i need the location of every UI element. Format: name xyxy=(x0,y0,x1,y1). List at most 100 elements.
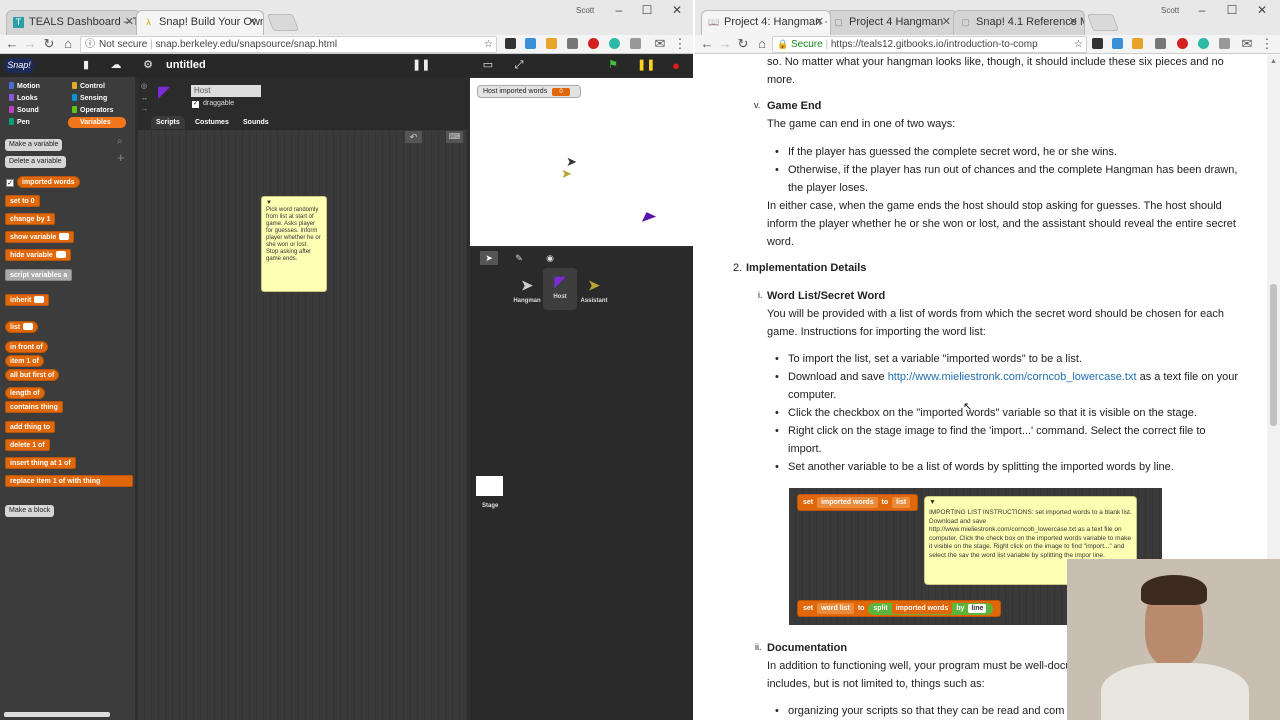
star-icon[interactable]: ☆ xyxy=(484,37,493,52)
block-add-to[interactable]: add thing to xyxy=(5,421,56,433)
maximize-icon[interactable]: ☐ xyxy=(636,3,658,17)
block-all-but-first-of[interactable]: all but first of xyxy=(5,369,60,381)
tab-snap-reference[interactable]: ▢ Snap! 4.1 Reference Man ✕ xyxy=(953,10,1085,35)
turtle-icon[interactable]: ➤ xyxy=(480,251,498,265)
variable-slot[interactable] xyxy=(55,251,66,258)
extension-icon[interactable] xyxy=(609,38,620,49)
profile-name[interactable]: Scott xyxy=(1161,6,1179,15)
menu-icon[interactable]: ⋮ xyxy=(1259,36,1275,52)
extension-icon[interactable] xyxy=(1177,38,1188,49)
page-scrollbar-thumb[interactable] xyxy=(1270,284,1277,426)
variable-slot[interactable] xyxy=(59,233,70,240)
new-tab-button[interactable] xyxy=(266,14,300,31)
extension-icon[interactable] xyxy=(1112,38,1123,49)
keyboard-icon[interactable]: ⌨ xyxy=(446,131,463,143)
stage[interactable] xyxy=(470,78,693,246)
block-replace-item[interactable]: replace item 1 of with thing xyxy=(5,475,133,487)
block-length-of[interactable]: length of xyxy=(5,387,45,399)
stage-thumbnail[interactable] xyxy=(476,476,503,496)
close-window-icon[interactable]: ✕ xyxy=(1251,3,1273,17)
block-show-variable[interactable]: show variable xyxy=(5,231,75,243)
reload-icon[interactable]: ↻ xyxy=(735,36,751,52)
rotation-style-icon[interactable]: ↔ xyxy=(141,95,148,102)
close-tab-icon[interactable]: ✕ xyxy=(125,15,134,28)
block-insert-at[interactable]: insert thing at 1 of xyxy=(5,457,76,469)
close-tab-icon[interactable]: ✕ xyxy=(1069,15,1078,28)
info-icon[interactable]: ⓘ xyxy=(85,37,95,52)
cloud-icon[interactable]: ☁ xyxy=(108,58,124,73)
scroll-up-arrow-icon[interactable]: ▲ xyxy=(1270,58,1277,65)
profile-name[interactable]: Scott xyxy=(576,6,594,15)
block-item-of[interactable]: item 1 of xyxy=(5,355,44,367)
block-delete-of[interactable]: delete 1 of xyxy=(5,439,50,451)
delete-variable-button[interactable]: Delete a variable xyxy=(5,156,66,168)
back-icon[interactable]: ← xyxy=(699,36,715,52)
extension-icon[interactable] xyxy=(1132,38,1143,49)
tab-teals-dashboard[interactable]: T TEALS Dashboard – TEAL ✕ xyxy=(6,10,141,35)
block-set[interactable]: set to 0 xyxy=(5,195,40,207)
minimize-icon[interactable]: – xyxy=(1191,3,1213,17)
block-hide-variable[interactable]: hide variable xyxy=(5,249,71,261)
category-motion[interactable]: Motion xyxy=(5,81,63,92)
assistant-sprite-on-stage[interactable]: ➤ xyxy=(561,166,572,182)
green-flag-icon[interactable]: ⚑ xyxy=(605,58,621,73)
extension-icon[interactable] xyxy=(1092,38,1103,49)
presentation-mode-icon[interactable]: ⤢ xyxy=(511,58,527,73)
file-icon[interactable]: ▮ xyxy=(78,58,94,73)
block-list[interactable]: list xyxy=(5,321,39,333)
collapse-note-icon[interactable]: ▼ xyxy=(266,200,322,207)
home-icon[interactable]: ⌂ xyxy=(754,36,770,52)
sprite-host[interactable]: ◤ Host xyxy=(543,268,577,310)
extension-icon[interactable] xyxy=(505,38,516,49)
tab-snap[interactable]: λ Snap! Build Your Own Bl ✕ xyxy=(136,10,264,35)
script-comment-note[interactable]: ▼ Pick word randomly from list at start … xyxy=(261,196,327,292)
extension-icon[interactable] xyxy=(588,38,599,49)
sprite-assistant[interactable]: ➤ Assistant xyxy=(577,272,611,312)
block-change[interactable]: change by 1 xyxy=(5,213,56,225)
category-sound[interactable]: Sound xyxy=(5,105,63,116)
snap-logo[interactable]: Snap! xyxy=(4,58,34,73)
variable-slot[interactable] xyxy=(34,296,45,303)
extension-icon[interactable] xyxy=(525,38,536,49)
tab-sounds[interactable]: Sounds xyxy=(238,116,274,129)
category-operators[interactable]: Operators xyxy=(68,105,126,116)
address-bar[interactable]: 🔒 Secure | https://teals12.gitbooks.io/i… xyxy=(772,36,1087,53)
undo-icon[interactable]: ↶ xyxy=(405,131,422,143)
extension-icon[interactable] xyxy=(630,38,641,49)
block-script-variables[interactable]: script variables a xyxy=(5,269,73,281)
forward-icon[interactable]: → xyxy=(22,36,38,52)
normal-stage-icon[interactable]: ▭ xyxy=(480,58,496,73)
tab-project4-doc[interactable]: ▢ Project 4 Hangman ✕ xyxy=(826,10,958,35)
stop-icon[interactable]: ● xyxy=(668,58,684,73)
tab-project4-intro[interactable]: 📖 Project 4: Hangman · Intr ✕ xyxy=(701,10,831,35)
stage-size-toggle-icon[interactable]: ❚❚ xyxy=(412,58,430,73)
new-tab-button[interactable] xyxy=(1086,14,1120,31)
pause-icon[interactable]: ❚❚ xyxy=(637,58,655,73)
palette-add-icon[interactable]: + xyxy=(117,150,125,165)
rotation-style-icon[interactable]: ◎ xyxy=(141,82,147,90)
variable-reporter-imported-words[interactable]: imported words xyxy=(17,176,80,188)
sprite-name-input[interactable]: Host xyxy=(191,85,261,97)
forward-icon[interactable]: → xyxy=(717,36,733,52)
extension-icon[interactable] xyxy=(1155,38,1166,49)
star-icon[interactable]: ☆ xyxy=(1074,37,1083,52)
menu-icon[interactable]: ⋮ xyxy=(672,36,688,52)
tab-scripts[interactable]: Scripts xyxy=(151,116,185,129)
category-variables[interactable]: Variables xyxy=(68,117,126,128)
close-tab-icon[interactable]: ✕ xyxy=(248,15,257,28)
rotation-style-icon[interactable]: → xyxy=(141,106,148,113)
mail-icon[interactable]: ✉ xyxy=(1239,36,1255,52)
extension-icon[interactable] xyxy=(567,38,578,49)
address-bar[interactable]: ⓘ Not secure | snap.berkeley.edu/snapsou… xyxy=(80,36,497,53)
mail-icon[interactable]: ✉ xyxy=(652,36,668,52)
reload-icon[interactable]: ↻ xyxy=(41,36,57,52)
block-contains[interactable]: contains thing xyxy=(5,401,63,413)
palette-search-icon[interactable]: ⌕ xyxy=(117,136,123,147)
variable-watcher[interactable]: Host imported words 0 xyxy=(477,85,581,98)
tab-costumes[interactable]: Costumes xyxy=(190,116,234,129)
make-block-button[interactable]: Make a block xyxy=(5,505,55,517)
close-tab-icon[interactable]: ✕ xyxy=(942,15,951,28)
category-looks[interactable]: Looks xyxy=(5,93,63,104)
settings-gear-icon[interactable]: ⚙ xyxy=(140,58,156,73)
block-in-front-of[interactable]: in front of xyxy=(5,341,48,353)
